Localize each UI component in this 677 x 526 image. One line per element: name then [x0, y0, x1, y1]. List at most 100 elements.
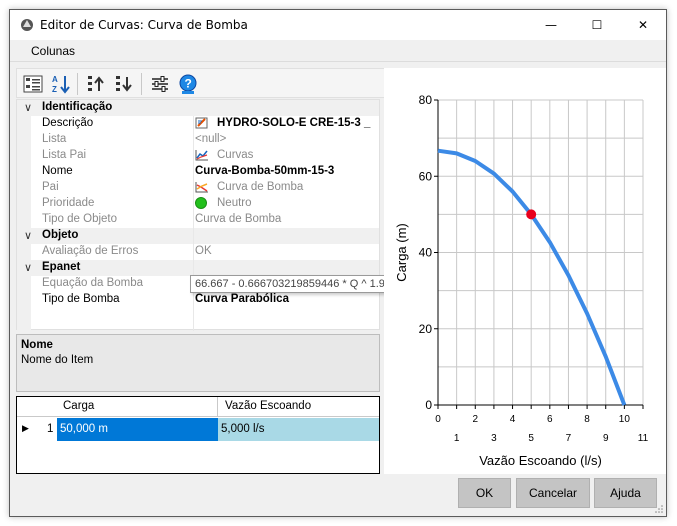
- property-value-text: Neutro: [217, 197, 252, 209]
- categorized-view-button[interactable]: [20, 71, 46, 96]
- property-value: Curva de Bomba: [195, 213, 282, 225]
- window-title: Editor de Curvas: Curva de Bomba: [40, 18, 248, 32]
- toolbar-separator: [141, 73, 142, 95]
- category-identificacao[interactable]: ∨ Identificação: [17, 100, 379, 116]
- property-name: Lista: [42, 133, 67, 145]
- property-row-pai[interactable]: Pai Curva de Bomba: [17, 180, 379, 196]
- operating-point-marker: [526, 209, 537, 220]
- property-row-prioridade[interactable]: Prioridade Neutro: [17, 196, 379, 212]
- menu-item-colunas[interactable]: Colunas: [31, 44, 75, 58]
- pump-curve-chart: 0 20 40 60 80 0 2 4 6 8 10 1 3 5 7 9 11 Vazão Escoando (l…: [394, 93, 649, 468]
- x-tick-label: 8: [584, 414, 590, 425]
- close-icon: ✕: [637, 18, 649, 32]
- move-up-button[interactable]: [83, 71, 109, 96]
- help-button[interactable]: ?: [175, 71, 201, 96]
- x-tick-label: 9: [603, 433, 609, 444]
- help-icon: ?: [179, 74, 197, 94]
- x-axis-label: Vazão Escoando (l/s): [479, 453, 602, 468]
- column-divider[interactable]: [193, 116, 194, 331]
- property-row-descricao[interactable]: Descrição HYDRO-SOLO-E CRE-15-3 _: [17, 116, 379, 132]
- x-tick-label: 7: [566, 433, 572, 444]
- resize-grip-icon[interactable]: [654, 504, 664, 514]
- column-header-vazao[interactable]: Vazão Escoando: [225, 400, 311, 412]
- green-circle-icon: [195, 197, 207, 209]
- title-bar[interactable]: Editor de Curvas: Curva de Bomba — ☐ ✕: [10, 10, 666, 40]
- property-row-nome[interactable]: Nome Curva-Bomba-50mm-15-3: [17, 164, 379, 180]
- property-name: Nome: [42, 165, 73, 177]
- property-name: Prioridade: [42, 197, 95, 209]
- alphabetical-sort-button[interactable]: A Z: [48, 71, 74, 96]
- cell-carga[interactable]: 50,000 m: [57, 418, 218, 441]
- move-up-icon: [88, 75, 104, 91]
- cell-vazao-text: 5,000 l/s: [221, 423, 265, 435]
- x-tick-label: 1: [454, 433, 460, 444]
- property-value-text: Curvas: [217, 149, 254, 161]
- x-tick-label: 3: [491, 433, 497, 444]
- minimize-button[interactable]: —: [528, 10, 574, 40]
- row-index: 1: [47, 423, 54, 435]
- property-name: Pai: [42, 181, 59, 193]
- help-title: Nome: [21, 339, 53, 351]
- app-icon: [21, 19, 33, 31]
- cell-carga-text: 50,000 m: [60, 423, 108, 435]
- property-grid: ∨ Identificação Descrição HYDRO-SOLO-E C…: [16, 99, 380, 331]
- table-row[interactable]: ▶ 1 50,000 m 5,000 l/s: [17, 418, 379, 441]
- property-row-tipo-de-objeto[interactable]: Tipo de Objeto Curva de Bomba: [17, 212, 379, 228]
- cell-vazao[interactable]: 5,000 l/s: [218, 418, 379, 441]
- ok-button[interactable]: OK: [458, 478, 511, 508]
- close-button[interactable]: ✕: [620, 10, 666, 40]
- x-tick-label: 4: [510, 414, 516, 425]
- x-tick-label: 11: [638, 433, 649, 444]
- header-divider: [217, 397, 218, 417]
- property-row-lista-pai[interactable]: Lista Pai Curvas: [17, 148, 379, 164]
- property-value: Curvas: [195, 149, 253, 161]
- category-objeto[interactable]: ∨ Objeto: [17, 228, 379, 244]
- properties-settings-button[interactable]: [147, 71, 173, 96]
- x-tick-label: 10: [619, 414, 631, 425]
- help-description: Nome do Item: [21, 354, 94, 366]
- menu-bar: Colunas: [10, 40, 666, 62]
- cancel-button[interactable]: Cancelar: [516, 478, 590, 508]
- y-tick-label: 60: [419, 169, 433, 183]
- property-value[interactable]: Curva Parabólica: [195, 293, 289, 305]
- svg-text:?: ?: [185, 76, 192, 90]
- x-tick-label: 0: [435, 414, 441, 425]
- property-help-panel: Nome Nome do Item: [16, 334, 380, 392]
- property-row-avaliacao-de-erros[interactable]: Avaliação de Erros OK: [17, 244, 379, 260]
- y-tick-label: 20: [419, 322, 433, 336]
- category-label: Epanet: [42, 261, 81, 273]
- category-label: Objeto: [42, 229, 79, 241]
- category-epanet[interactable]: ∨ Epanet: [17, 260, 379, 276]
- property-value: <null>: [195, 133, 227, 145]
- x-tick-label: 6: [547, 414, 553, 425]
- alphabetical-sort-icon: A Z: [52, 75, 70, 94]
- column-header-carga[interactable]: Carga: [63, 400, 94, 412]
- collapse-icon[interactable]: ∨: [24, 261, 32, 274]
- y-tick-label: 40: [419, 246, 433, 260]
- property-value[interactable]: HYDRO-SOLO-E CRE-15-3 _: [195, 117, 370, 129]
- property-name: Descrição: [42, 117, 94, 129]
- property-value[interactable]: Curva-Bomba-50mm-15-3: [195, 165, 334, 177]
- property-value: OK: [195, 245, 212, 257]
- edit-icon: [195, 117, 208, 129]
- chart-icon: [195, 182, 208, 193]
- property-value: Neutro: [195, 197, 252, 209]
- property-row-tipo-de-bomba[interactable]: Tipo de Bomba Curva Parabólica: [17, 292, 379, 308]
- maximize-button[interactable]: ☐: [574, 10, 620, 40]
- move-down-icon: [116, 75, 132, 92]
- property-value-text: HYDRO-SOLO-E CRE-15-3 _: [217, 117, 371, 129]
- property-value: Curva de Bomba: [195, 181, 303, 193]
- property-name: Avaliação de Erros: [42, 245, 139, 257]
- move-down-button[interactable]: [111, 71, 137, 96]
- toolbar-separator: [77, 73, 78, 95]
- collapse-icon[interactable]: ∨: [24, 229, 32, 242]
- help-button-footer[interactable]: Ajuda: [594, 478, 657, 508]
- dialog-footer: OK Cancelar Ajuda: [10, 474, 666, 516]
- curve-points-grid: Carga Vazão Escoando ▶ 1 50,000 m 5,000 …: [16, 396, 380, 474]
- property-row-lista[interactable]: Lista <null>: [17, 132, 379, 148]
- property-value-text: Curva de Bomba: [217, 181, 304, 193]
- categorized-view-icon: [23, 75, 43, 92]
- row-indicator-icon: ▶: [22, 423, 29, 433]
- y-axis-label: Carga (m): [394, 223, 409, 282]
- collapse-icon[interactable]: ∨: [24, 101, 32, 114]
